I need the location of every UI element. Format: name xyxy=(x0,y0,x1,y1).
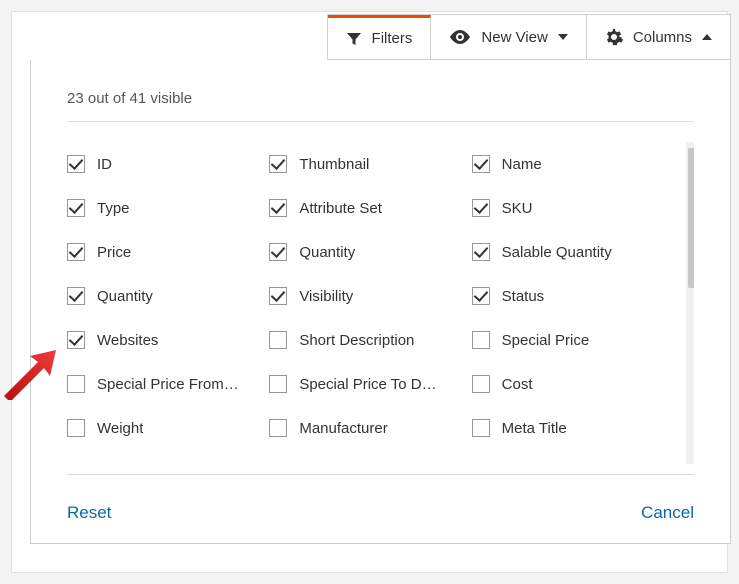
funnel-icon xyxy=(346,31,362,47)
scrollbar-thumb[interactable] xyxy=(688,148,694,288)
gear-icon xyxy=(605,28,623,46)
checkbox[interactable] xyxy=(472,155,490,173)
view-button[interactable]: New View xyxy=(431,15,586,59)
column-option[interactable]: Weight xyxy=(67,406,269,450)
checkbox[interactable] xyxy=(67,155,85,173)
filters-button[interactable]: Filters xyxy=(328,15,432,59)
columns-label: Columns xyxy=(633,29,692,46)
checkbox[interactable] xyxy=(67,419,85,437)
column-option[interactable]: Status xyxy=(472,274,674,318)
columns-button[interactable]: Columns xyxy=(587,15,730,59)
column-option-label: Attribute Set xyxy=(299,200,382,217)
caret-up-icon xyxy=(702,34,712,40)
column-option-label: Special Price xyxy=(502,332,590,349)
column-option[interactable]: Thumbnail xyxy=(269,142,471,186)
column-option-label: Quantity xyxy=(299,244,355,261)
column-option[interactable]: Short Description xyxy=(269,318,471,362)
column-option-label: Salable Quantity xyxy=(502,244,612,261)
column-option[interactable]: Special Price xyxy=(472,318,674,362)
column-option[interactable]: Special Price From… xyxy=(67,362,269,406)
checkbox[interactable] xyxy=(269,199,287,217)
column-option-label: Visibility xyxy=(299,288,353,305)
checkbox[interactable] xyxy=(472,331,490,349)
checkbox[interactable] xyxy=(67,375,85,393)
column-option-label: Status xyxy=(502,288,545,305)
column-option-label: Manufacturer xyxy=(299,420,387,437)
column-option[interactable]: ID xyxy=(67,142,269,186)
eye-icon xyxy=(449,30,471,44)
column-option-label: Thumbnail xyxy=(299,156,369,173)
column-option[interactable]: Type xyxy=(67,186,269,230)
checkbox[interactable] xyxy=(472,375,490,393)
reset-button[interactable]: Reset xyxy=(67,503,111,523)
column-option-label: Short Description xyxy=(299,332,414,349)
column-option-label: Special Price From… xyxy=(97,376,239,393)
column-option[interactable]: Price xyxy=(67,230,269,274)
column-option-label: Meta Title xyxy=(502,420,567,437)
column-option[interactable]: Manufacturer xyxy=(269,406,471,450)
column-option[interactable]: Websites xyxy=(67,318,269,362)
column-option-label: Cost xyxy=(502,376,533,393)
column-option-label: Quantity xyxy=(97,288,153,305)
columns-dropdown: 23 out of 41 visible ID Thumbnail Name Type… xyxy=(30,60,731,544)
column-option[interactable]: Meta Title xyxy=(472,406,674,450)
checkbox[interactable] xyxy=(269,375,287,393)
caret-down-icon xyxy=(558,34,568,40)
checkbox[interactable] xyxy=(269,419,287,437)
checkbox[interactable] xyxy=(472,243,490,261)
column-option-label: Type xyxy=(97,200,130,217)
dropdown-footer: Reset Cancel xyxy=(67,474,694,523)
column-option-label: Special Price To D… xyxy=(299,376,436,393)
cancel-button[interactable]: Cancel xyxy=(641,503,694,523)
column-option[interactable]: Attribute Set xyxy=(269,186,471,230)
column-option[interactable]: Cost xyxy=(472,362,674,406)
visible-count-text: 23 out of 41 visible xyxy=(67,90,694,107)
column-option-label: SKU xyxy=(502,200,533,217)
column-option[interactable]: Quantity xyxy=(67,274,269,318)
checkbox-grid: ID Thumbnail Name Type Attribute Set SKU Price… xyxy=(67,142,674,450)
column-option[interactable]: Special Price To D… xyxy=(269,362,471,406)
filters-label: Filters xyxy=(372,30,413,47)
column-option-label: Websites xyxy=(97,332,158,349)
checkbox[interactable] xyxy=(472,199,490,217)
checkbox[interactable] xyxy=(472,287,490,305)
column-option[interactable]: Name xyxy=(472,142,674,186)
column-option-label: Name xyxy=(502,156,542,173)
view-label: New View xyxy=(481,29,547,46)
checkbox[interactable] xyxy=(67,331,85,349)
checkbox[interactable] xyxy=(67,287,85,305)
column-option[interactable]: SKU xyxy=(472,186,674,230)
checkbox[interactable] xyxy=(67,243,85,261)
column-option-label: Weight xyxy=(97,420,143,437)
checkbox[interactable] xyxy=(269,331,287,349)
column-option-label: Price xyxy=(97,244,131,261)
column-option-label: ID xyxy=(97,156,112,173)
checkbox[interactable] xyxy=(269,287,287,305)
admin-toolbar: Filters New View Columns xyxy=(327,14,731,60)
column-option[interactable]: Salable Quantity xyxy=(472,230,674,274)
checkbox[interactable] xyxy=(269,243,287,261)
column-option[interactable]: Visibility xyxy=(269,274,471,318)
checkbox[interactable] xyxy=(67,199,85,217)
checkbox[interactable] xyxy=(269,155,287,173)
column-option[interactable]: Quantity xyxy=(269,230,471,274)
checkbox-scroll-area: ID Thumbnail Name Type Attribute Set SKU Price… xyxy=(67,142,694,464)
checkbox[interactable] xyxy=(472,419,490,437)
divider xyxy=(67,121,694,122)
